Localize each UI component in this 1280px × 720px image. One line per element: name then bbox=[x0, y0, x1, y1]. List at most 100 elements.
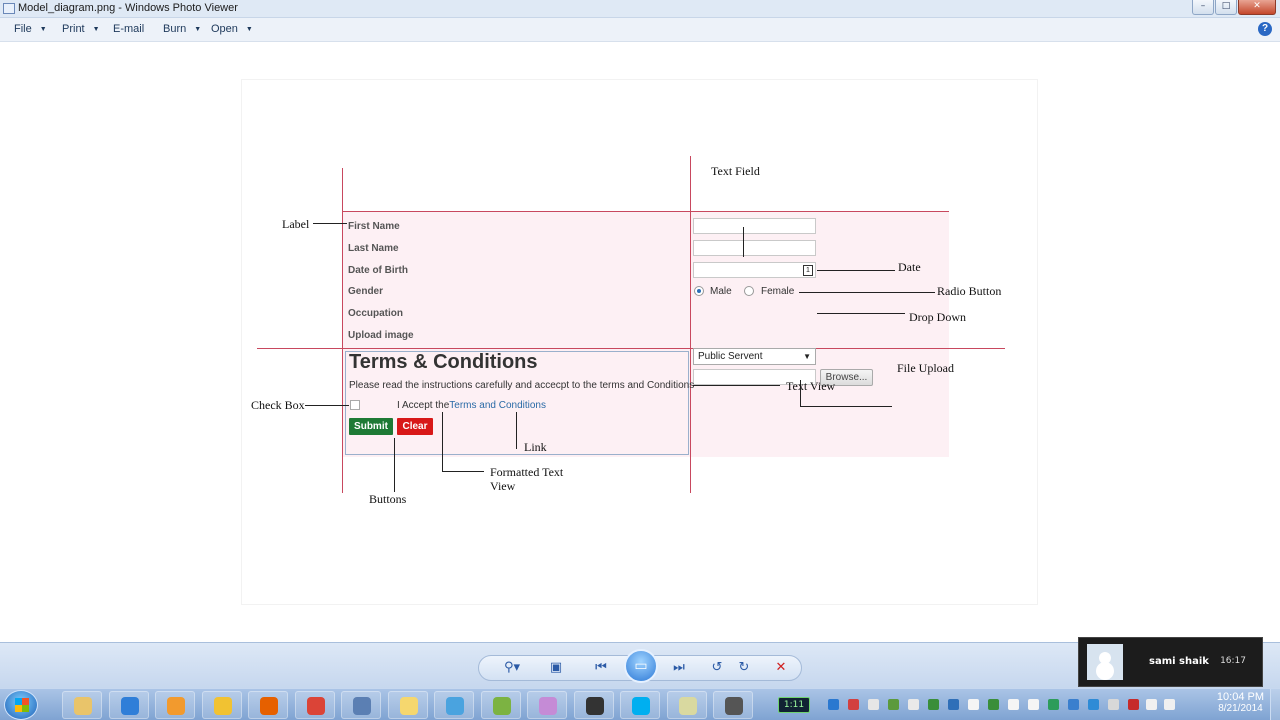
taskbar-app-paint-app[interactable] bbox=[527, 691, 567, 719]
leader-formatted-v bbox=[442, 412, 443, 472]
annotation-formatted-text-view-2: View bbox=[490, 479, 516, 493]
leader-dropdown bbox=[817, 313, 905, 314]
submit-button: Submit bbox=[349, 418, 393, 435]
label-gender: Gender bbox=[348, 286, 384, 297]
tray-lock-icon[interactable] bbox=[1008, 699, 1019, 710]
date-of-birth-field: 1 bbox=[693, 262, 816, 278]
notification-name: sami shaik bbox=[1149, 656, 1209, 667]
media-app-icon bbox=[725, 697, 743, 715]
close-button[interactable]: ✕ bbox=[1238, 0, 1276, 15]
taskbar-app-outlook[interactable] bbox=[155, 691, 195, 719]
next-icon[interactable]: ⏭ bbox=[668, 658, 690, 678]
slideshow-icon[interactable]: ▭ bbox=[624, 649, 658, 683]
zoom-icon[interactable]: ⚲▾ bbox=[500, 658, 524, 678]
menu-email[interactable]: E-mail bbox=[113, 23, 144, 35]
terms-link: Terms and Conditions bbox=[449, 400, 546, 411]
volume-icon[interactable] bbox=[1164, 699, 1175, 710]
clear-button: Clear bbox=[397, 418, 433, 435]
battery-icon[interactable] bbox=[1146, 699, 1157, 710]
chevron-down-icon: ▼ bbox=[803, 352, 811, 361]
internet-explorer-icon bbox=[120, 697, 139, 715]
tray-app-icon[interactable] bbox=[928, 699, 939, 710]
taskbar-app-internet-explorer[interactable] bbox=[108, 691, 149, 719]
windows-logo-icon bbox=[15, 698, 29, 712]
tray-check-icon[interactable] bbox=[828, 699, 839, 710]
leader-check-box bbox=[305, 405, 349, 406]
taskbar-app-skype[interactable] bbox=[620, 691, 660, 719]
annotation-label: Label bbox=[282, 217, 310, 231]
title-bar: Model_diagram.png - Windows Photo Viewer… bbox=[0, 0, 1280, 18]
menu-print[interactable]: Print ▼ bbox=[62, 23, 100, 35]
annotation-date: Date bbox=[898, 260, 921, 274]
linux-app-icon bbox=[585, 697, 604, 715]
vertical-guide-left bbox=[342, 168, 343, 493]
taskbar-app-media-app[interactable] bbox=[713, 691, 753, 719]
horizontal-guide-middle bbox=[257, 348, 1005, 349]
tray-app-icon[interactable] bbox=[1028, 699, 1039, 710]
explorer-icon bbox=[74, 697, 92, 715]
displayed-image: First Name Last Name Date of Birth Gende… bbox=[242, 80, 1037, 604]
menu-burn[interactable]: Burn ▼ bbox=[163, 23, 201, 35]
firefox-icon bbox=[260, 697, 278, 715]
accept-checkbox bbox=[350, 400, 360, 410]
leader-buttons bbox=[394, 438, 395, 492]
label-occupation: Occupation bbox=[348, 308, 404, 319]
notification-time: 16:17 bbox=[1220, 656, 1246, 666]
maximize-button[interactable]: □ bbox=[1215, 0, 1237, 15]
taskbar-app-spreadsheet-app[interactable] bbox=[480, 691, 521, 719]
chevron-down-icon: ▼ bbox=[245, 26, 253, 33]
taskbar-app-network-app[interactable] bbox=[434, 691, 474, 719]
taskbar-app-windows-folder[interactable] bbox=[201, 691, 242, 719]
start-button[interactable] bbox=[4, 690, 38, 720]
tray-app-icon[interactable] bbox=[1048, 699, 1059, 710]
tray-app-icon[interactable] bbox=[1088, 699, 1099, 710]
clock-date: 8/21/2014 bbox=[1218, 703, 1263, 714]
menu-bar: File ▼ Print ▼ E-mail Burn ▼ Open ▼ ? bbox=[0, 18, 1280, 42]
annotation-radio-button: Radio Button bbox=[937, 284, 1002, 298]
tray-app-icon[interactable] bbox=[968, 699, 979, 710]
fit-window-icon[interactable]: ▣ bbox=[546, 658, 566, 678]
annotation-formatted-text-view-1: Formatted Text bbox=[490, 465, 564, 479]
menu-open[interactable]: Open ▼ bbox=[211, 23, 253, 35]
show-desktop-button[interactable] bbox=[1270, 689, 1280, 720]
form-diagram: First Name Last Name Date of Birth Gende… bbox=[242, 80, 1037, 604]
leader-file-upload-h bbox=[800, 406, 892, 407]
leader-radio bbox=[799, 292, 935, 293]
tray-app-icon[interactable] bbox=[1068, 699, 1079, 710]
shield-icon[interactable] bbox=[1128, 699, 1139, 710]
chevron-down-icon: ▼ bbox=[39, 26, 47, 33]
battery-timer[interactable]: 1:11 bbox=[778, 697, 810, 713]
tray-app-icon[interactable] bbox=[888, 699, 899, 710]
help-icon[interactable]: ? bbox=[1258, 22, 1272, 36]
taskbar-app-folder[interactable] bbox=[387, 691, 428, 719]
rotate-cw-icon[interactable]: ↻ bbox=[735, 658, 753, 678]
annotation-check-box: Check Box bbox=[251, 398, 305, 412]
annotation-text-view: Text View bbox=[786, 379, 836, 393]
tray-app-icon[interactable] bbox=[948, 699, 959, 710]
tray-app-icon[interactable] bbox=[988, 699, 999, 710]
taskbar-app-linux-app[interactable] bbox=[573, 691, 614, 719]
taskbar-app-notes-app[interactable] bbox=[666, 691, 707, 719]
taskbar-app-remote-desktop[interactable] bbox=[341, 691, 381, 719]
menu-file[interactable]: File ▼ bbox=[14, 23, 47, 35]
network-icon[interactable] bbox=[1108, 699, 1119, 710]
tray-app-icon[interactable] bbox=[848, 699, 859, 710]
taskbar-app-chrome[interactable] bbox=[294, 691, 335, 719]
label-date-of-birth: Date of Birth bbox=[348, 265, 408, 276]
taskbar-app-firefox[interactable] bbox=[248, 691, 288, 719]
notification-popup[interactable]: sami shaik 16:17 bbox=[1078, 637, 1263, 687]
calendar-icon: 1 bbox=[803, 265, 813, 276]
minimize-button[interactable]: – bbox=[1192, 0, 1214, 15]
taskbar-app-explorer[interactable] bbox=[62, 691, 102, 719]
delete-icon[interactable]: ✕ bbox=[771, 658, 791, 678]
leader-label bbox=[313, 223, 347, 224]
leader-date bbox=[817, 270, 895, 271]
rotate-ccw-icon[interactable]: ↺ bbox=[708, 658, 726, 678]
taskbar-clock[interactable]: 10:04 PM 8/21/2014 bbox=[1217, 691, 1264, 714]
previous-icon[interactable]: ⏮ bbox=[590, 658, 612, 678]
tray-app-icon[interactable] bbox=[868, 699, 879, 710]
chevron-down-icon: ▼ bbox=[194, 26, 202, 33]
tray-app-icon[interactable] bbox=[908, 699, 919, 710]
vertical-guide-right bbox=[690, 156, 691, 493]
window-title: Model_diagram.png - Windows Photo Viewer bbox=[18, 2, 238, 14]
